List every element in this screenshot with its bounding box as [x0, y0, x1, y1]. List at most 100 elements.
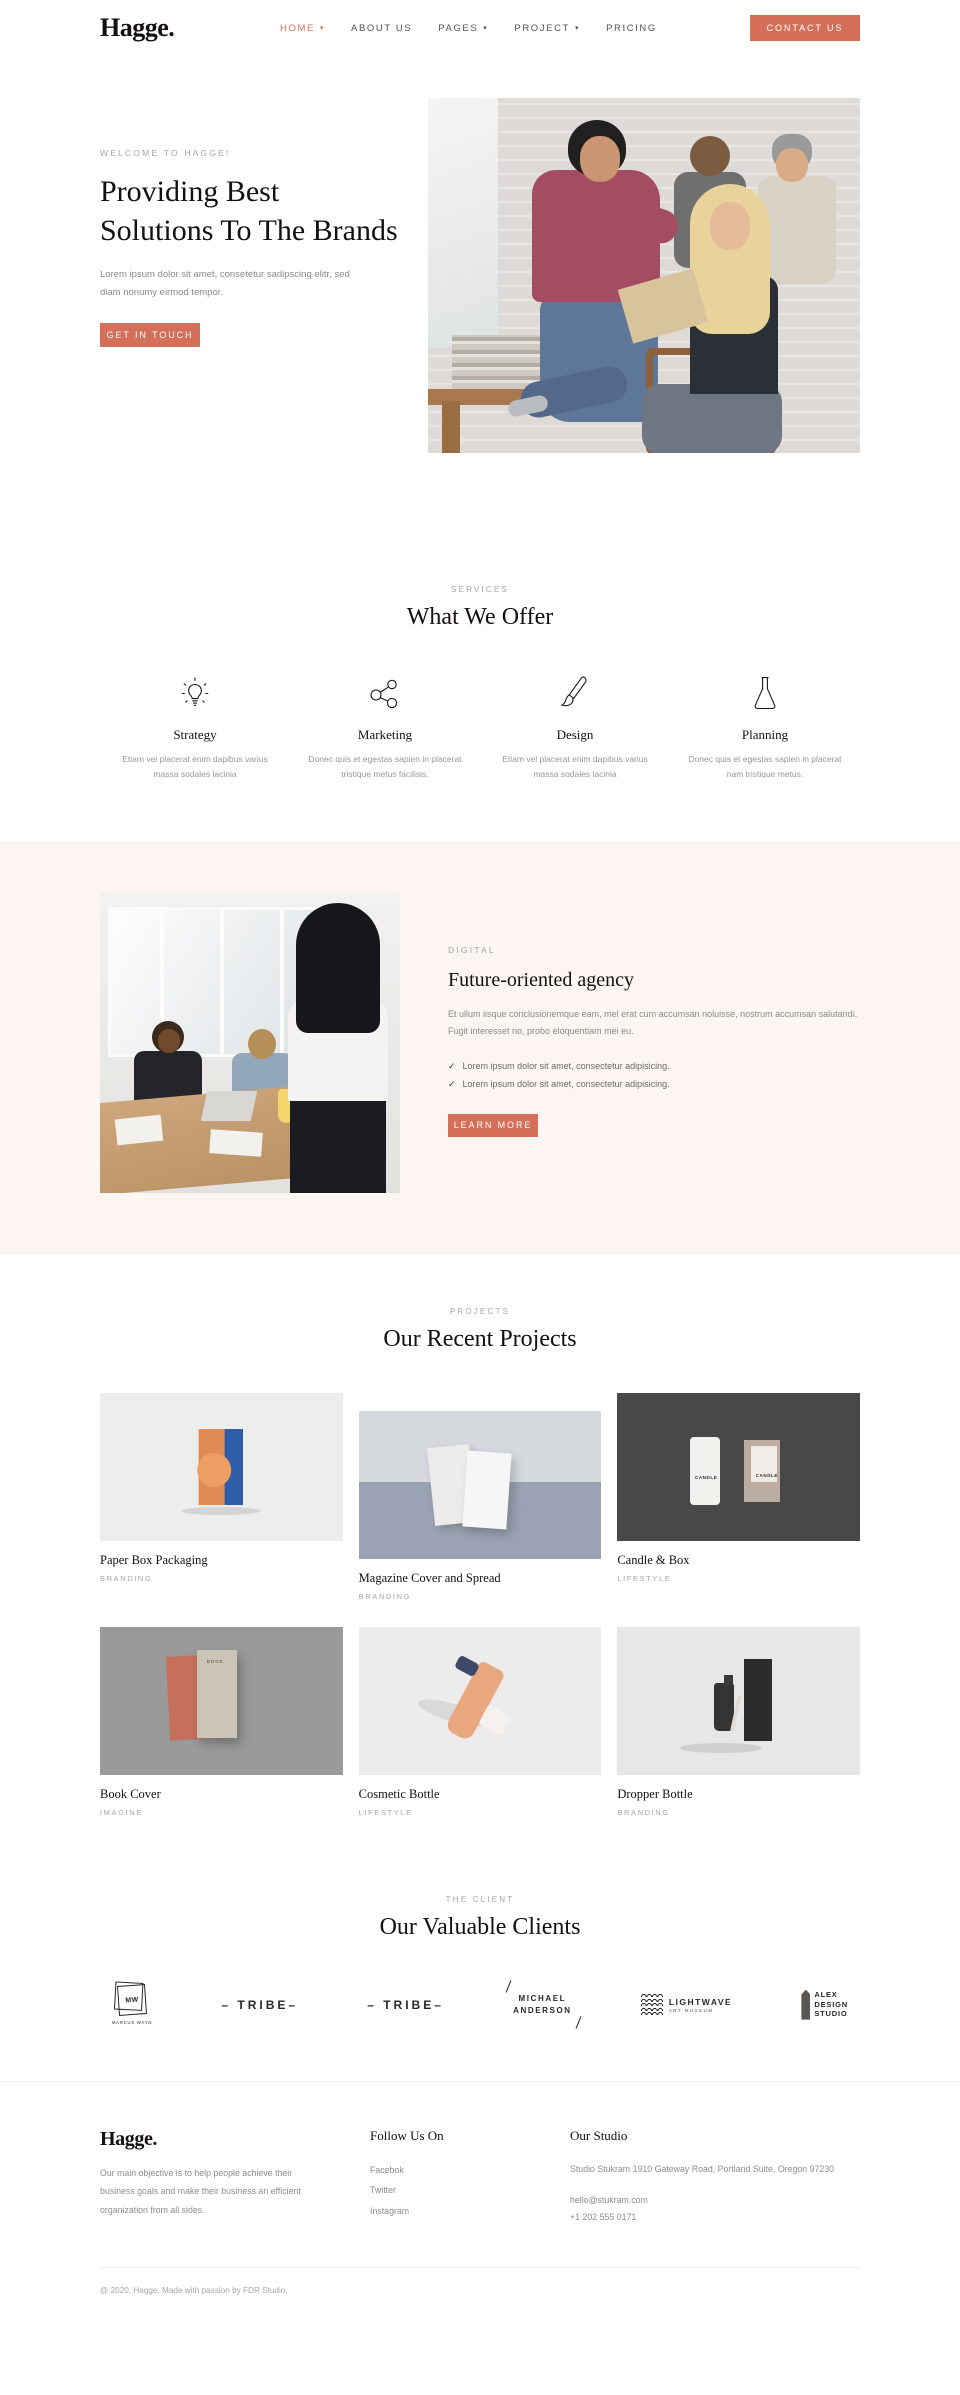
project-thumbnail [358, 1410, 602, 1559]
projects-grid-row-2: BOOK Book Cover IMAGINE Cosmetic Bottle … [100, 1626, 861, 1817]
client-logo-line2: ANDERSON [513, 2005, 572, 2015]
project-category: BRANDING [617, 1807, 670, 1817]
clients-section: THE CLIENT Our Valuable Clients MW MARCU… [100, 1853, 860, 2081]
list-item: ✓ Lorem ipsum dolor sit amet, consectetu… [448, 1057, 860, 1075]
service-card-marketing[interactable]: Marketing Donec quis et egestas sapien i… [290, 671, 480, 783]
get-in-touch-button[interactable]: GET IN TOUCH [100, 323, 200, 348]
project-thumbnail [358, 1626, 602, 1775]
project-name: Magazine Cover and Spread [358, 1570, 501, 1585]
project-name: Dropper Bottle [617, 1786, 693, 1801]
list-item-label: Lorem ipsum dolor sit amet, consectetur … [462, 1079, 670, 1090]
page-root: Hagge. HOME ▾ ABOUT US PAGES ▾ PROJECT ▾ [0, 0, 960, 2317]
service-name: Strategy [173, 727, 217, 742]
list-item: ✓ Lorem ipsum dolor sit amet, consectetu… [448, 1075, 860, 1093]
footer-link-facebook[interactable]: Facebok [370, 2160, 570, 2181]
nav-item-project[interactable]: PROJECT ▾ [514, 23, 580, 34]
about-photo-meeting [100, 892, 400, 1193]
client-logo-tribe-2[interactable]: – TRIBE– [367, 1981, 444, 2029]
service-card-planning[interactable]: Planning Donec quis et egestas sapien in… [670, 671, 860, 783]
service-card-strategy[interactable]: Strategy Etiam vel placerat enim dapibus… [100, 671, 290, 783]
learn-more-button[interactable]: LEARN MORE [448, 1113, 538, 1137]
brush-icon [490, 671, 660, 715]
waves-icon [640, 1994, 663, 2016]
frame-icon: MW [117, 1983, 148, 2016]
project-name: Candle & Box [617, 1552, 690, 1567]
service-card-design[interactable]: Design Etiam vel placerat enim dapibus v… [480, 671, 670, 783]
service-description: Donec quis et egestas sapien in placerat… [688, 754, 842, 780]
client-logo-tribe-1[interactable]: – TRIBE– [221, 1981, 298, 2029]
project-thumbnail [100, 1392, 343, 1541]
project-thumbnail: BOOK [100, 1626, 343, 1775]
services-eyebrow: SERVICES [451, 585, 509, 594]
footer-social-column: Follow Us On Facebok Twitter Instagram [370, 2128, 570, 2226]
check-icon: ✓ [448, 1060, 456, 1071]
client-logo-label: – TRIBE– [221, 1997, 299, 2012]
project-thumbnail [617, 1626, 861, 1775]
project-thumbnail: CANDLE CANDLE [617, 1392, 861, 1541]
project-name: Cosmetic Bottle [358, 1786, 440, 1801]
hero-image-wrap [428, 98, 860, 453]
footer-link-twitter[interactable]: Twitter [370, 2180, 570, 2201]
client-logo-alex-design-studio[interactable]: ALEX DESIGN STUDIO [801, 1981, 848, 2029]
client-logo-sublabel: MARCUS WAYN [112, 2019, 153, 2025]
project-card-book-cover[interactable]: BOOK Book Cover IMAGINE [100, 1626, 343, 1817]
nav-item-pages[interactable]: PAGES ▾ [438, 23, 488, 34]
client-logo-line2: ART MUSEUM [668, 2007, 714, 2013]
pencil-icon [801, 1989, 811, 2020]
nav-item-pricing[interactable]: PRICING [606, 23, 657, 34]
nav-label: HOME [280, 22, 315, 34]
service-description: Donec quis et egestas sapien in placerat… [308, 754, 462, 780]
client-logo-line1: MICHAEL [518, 1993, 567, 2003]
services-section: SERVICES What We Offer Strategy Etiam ve… [100, 531, 860, 841]
client-logo-line3: STUDIO [814, 2009, 848, 2019]
service-name: Planning [741, 727, 789, 742]
projects-grid-row-1: Paper Box Packaging BRANDING Magazine Co… [100, 1392, 861, 1601]
client-logo-marcus-wayn[interactable]: MW MARCUS WAYN [112, 1981, 152, 2029]
client-logo-michael-anderson[interactable]: MICHAEL ANDERSON [505, 1979, 583, 2029]
about-copy: DIGITAL Future-oriented agency Et ullum … [400, 893, 860, 1193]
project-card-cosmetic-bottle[interactable]: Cosmetic Bottle LIFESTYLE [358, 1626, 602, 1817]
project-category: LIFESTYLE [617, 1573, 672, 1583]
nav-item-home[interactable]: HOME ▾ [280, 23, 325, 34]
check-icon: ✓ [448, 1079, 456, 1090]
site-footer: Hagge. Our main objective is to help peo… [0, 2080, 960, 2318]
project-category: IMAGINE [100, 1807, 143, 1817]
project-card-dropper-bottle[interactable]: Dropper Bottle BRANDING [617, 1626, 861, 1817]
footer-link-instagram[interactable]: Instagram [370, 2201, 570, 2222]
footer-studio-heading: Our Studio [570, 2127, 628, 2143]
about-paragraph: Et ullum iisque conclusionemque eam, mel… [448, 1008, 858, 1037]
project-name: Book Cover [100, 1786, 161, 1801]
footer-about-text: Our main objective is to help people ach… [100, 2167, 301, 2215]
project-card-paper-box-packaging[interactable]: Paper Box Packaging BRANDING [100, 1392, 343, 1583]
chevron-down-icon: ▾ [574, 24, 581, 32]
main-navigation: HOME ▾ ABOUT US PAGES ▾ PROJECT ▾ PRICIN… [280, 23, 750, 34]
project-card-magazine-cover-and-spread[interactable]: Magazine Cover and Spread BRANDING [358, 1393, 602, 1601]
project-card-candle-and-box[interactable]: CANDLE CANDLE Candle & Box LIFESTYLE [617, 1392, 861, 1583]
hero-description: Lorem ipsum dolor sit amet, consetetur s… [100, 269, 350, 298]
service-name: Marketing [357, 727, 413, 742]
project-category: BRANDING [358, 1591, 412, 1601]
hero-title: Providing Best Solutions To The Brands [100, 175, 398, 247]
footer-bottom-bar: @ 2020, Hagge. Made with passion by FDR … [100, 2267, 860, 2317]
nav-item-about-us[interactable]: ABOUT US [351, 23, 412, 34]
project-category: BRANDING [100, 1573, 153, 1583]
footer-phone[interactable]: +1 202 555 0171 [570, 2209, 860, 2226]
about-section: DIGITAL Future-oriented agency Et ullum … [0, 840, 960, 1255]
contact-us-button[interactable]: CONTACT US [750, 15, 860, 41]
projects-title: Our Recent Projects [383, 1325, 577, 1352]
brand-logo[interactable]: Hagge. [100, 13, 280, 43]
about-eyebrow: DIGITAL [448, 944, 496, 955]
footer-social-heading: Follow Us On [370, 2127, 444, 2143]
network-icon [300, 671, 470, 715]
project-category: LIFESTYLE [358, 1807, 413, 1817]
footer-email[interactable]: hello@stukram.com [570, 2192, 860, 2209]
client-logo-label: – TRIBE– [367, 1997, 444, 2012]
project-name: Paper Box Packaging [100, 1552, 208, 1567]
nav-label: PAGES [438, 22, 479, 34]
nav-label: PROJECT [514, 22, 570, 34]
client-logo-lightwave[interactable]: LIGHTWAVE ART MUSEUM [640, 1981, 732, 2029]
footer-logo[interactable]: Hagge. [100, 2128, 370, 2151]
about-title: Future-oriented agency [448, 968, 635, 991]
copyright-text: @ 2020, Hagge. Made with passion by FDR … [100, 2286, 288, 2296]
footer-studio-column: Our Studio Studio Stukram 1910 Gateway R… [570, 2128, 860, 2226]
